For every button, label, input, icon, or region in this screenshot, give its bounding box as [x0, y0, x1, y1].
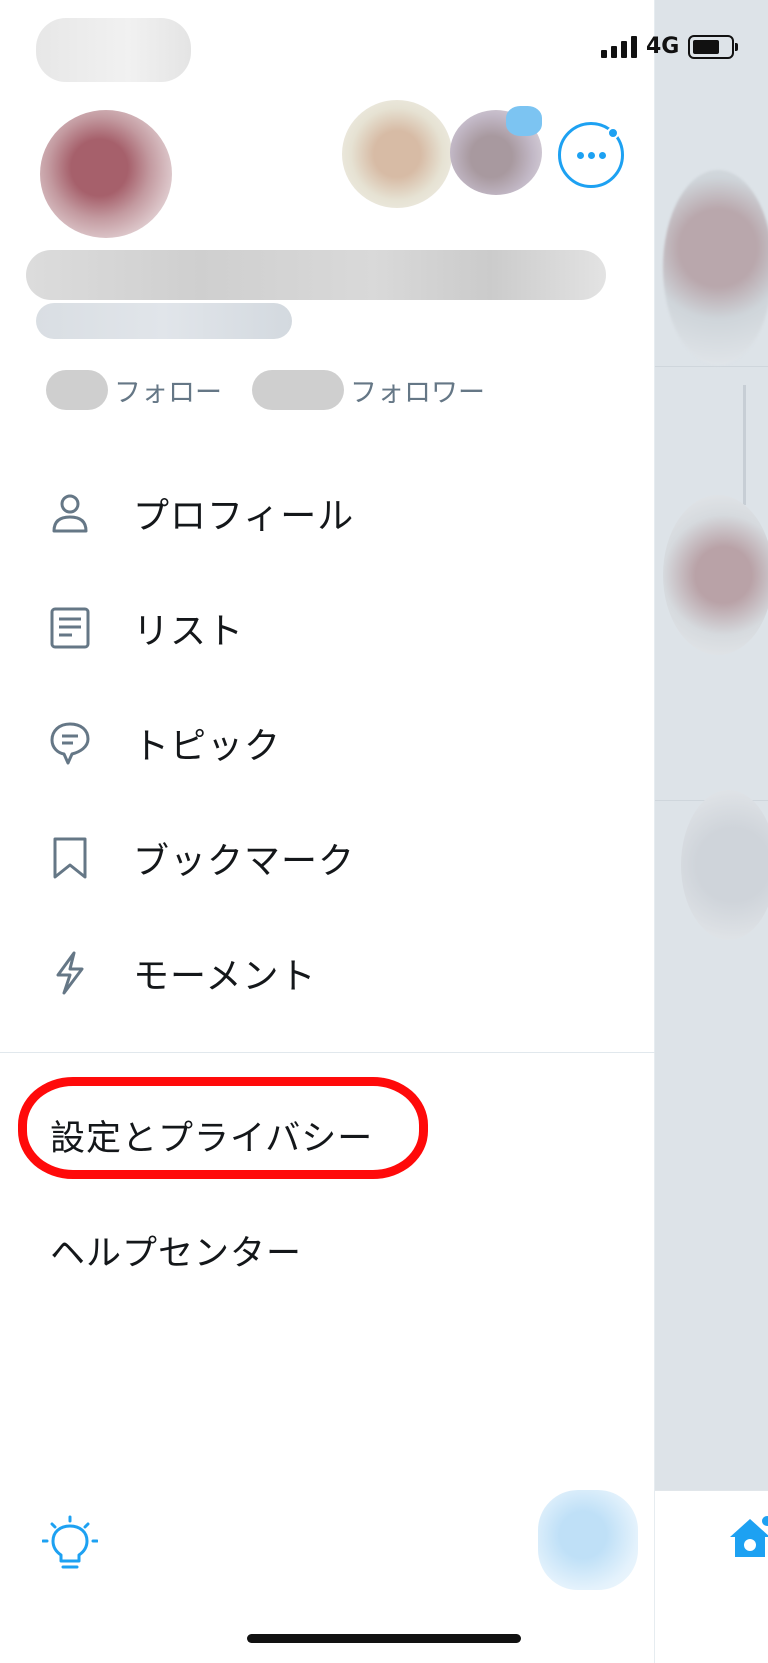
menu-item-label: プロフィール — [133, 495, 355, 537]
qr-code-icon[interactable] — [538, 1490, 638, 1590]
timeline-peek[interactable] — [655, 0, 768, 1663]
username-redacted — [36, 303, 292, 339]
thread-line — [743, 385, 746, 505]
status-time-redacted — [36, 18, 191, 82]
help-center-link[interactable]: ヘルプセンター — [50, 1225, 302, 1276]
menu-item-label: ブックマーク — [133, 840, 356, 882]
menu-item-label: リスト — [133, 610, 245, 652]
followers-link[interactable]: フォロワー — [350, 378, 485, 409]
account-badge — [506, 106, 542, 136]
timeline-avatar — [663, 170, 768, 365]
menu-item-lists[interactable]: リスト — [0, 570, 655, 685]
followers-count-redacted — [252, 370, 344, 410]
timeline-avatar — [663, 495, 768, 655]
settings-and-privacy-link[interactable]: 設定とプライバシー — [50, 1110, 373, 1161]
more-icon — [577, 152, 607, 160]
display-name-redacted — [26, 250, 606, 300]
menu-item-profile[interactable]: プロフィール — [0, 455, 655, 570]
list-icon — [50, 607, 90, 648]
lightning-icon — [56, 951, 84, 994]
other-account-avatar[interactable] — [342, 100, 452, 208]
screen: 4G フォロー フォロワー プロフィール リスト トピック ブックマーク モーメ… — [0, 0, 768, 1663]
bookmark-icon — [53, 837, 87, 878]
lightbulb-icon[interactable] — [42, 1515, 98, 1575]
side-drawer: 4G フォロー フォロワー プロフィール リスト トピック ブックマーク モーメ… — [0, 0, 738, 1663]
drawer-menu: プロフィール リスト トピック ブックマーク モーメント — [0, 455, 655, 1030]
signal-bars-icon — [601, 36, 641, 58]
topic-icon — [50, 722, 90, 764]
menu-divider — [0, 1052, 655, 1053]
follow-stats: フォロー フォロワー — [46, 370, 485, 414]
following-count-redacted — [46, 370, 108, 410]
menu-item-label: トピック — [133, 725, 282, 767]
timeline-divider — [655, 366, 768, 367]
timeline-avatar — [681, 790, 768, 940]
menu-item-topics[interactable]: トピック — [0, 685, 655, 800]
network-type: 4G — [646, 34, 680, 59]
home-icon[interactable] — [727, 1515, 768, 1561]
following-link[interactable]: フォロー — [114, 378, 222, 409]
more-accounts-button[interactable] — [558, 122, 624, 188]
menu-item-label: モーメント — [133, 955, 317, 997]
notification-dot — [607, 127, 619, 139]
home-indicator[interactable] — [247, 1634, 521, 1643]
avatar[interactable] — [40, 110, 172, 238]
person-icon — [52, 494, 88, 532]
menu-item-moments[interactable]: モーメント — [0, 915, 655, 1030]
battery-icon — [688, 35, 738, 59]
menu-item-bookmarks[interactable]: ブックマーク — [0, 800, 655, 915]
